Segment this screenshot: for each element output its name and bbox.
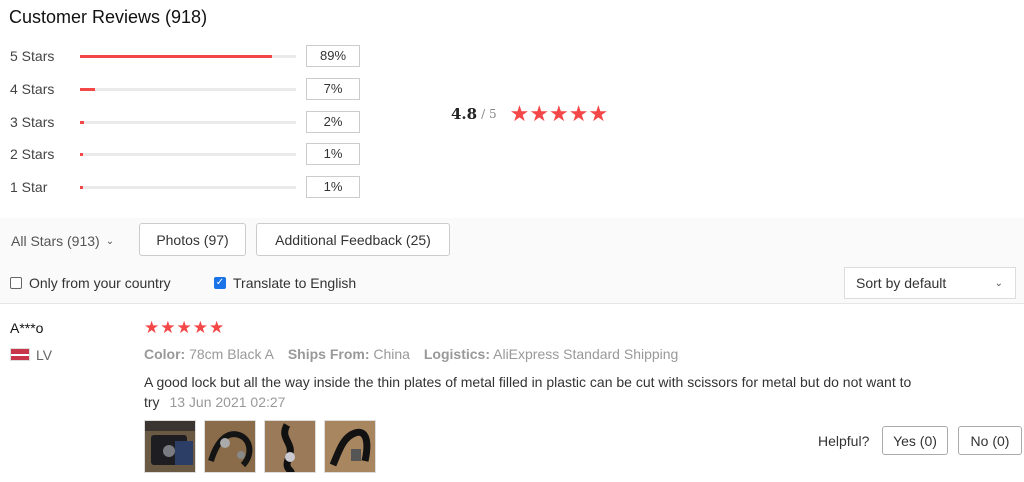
flag-icon: [10, 348, 30, 361]
helpful-label: Helpful?: [818, 433, 870, 449]
all-stars-label: All Stars (913): [11, 233, 100, 249]
review-photo-thumbnail[interactable]: [144, 420, 196, 473]
distribution-row-3[interactable]: 3 Stars 2%: [10, 111, 370, 133]
sort-label: Sort by default: [856, 275, 947, 291]
color-key: Color:: [144, 346, 186, 362]
all-stars-dropdown[interactable]: All Stars (913) ⌄: [11, 233, 114, 249]
distribution-percent: 1%: [306, 176, 360, 198]
distribution-row-4[interactable]: 4 Stars 7%: [10, 78, 370, 100]
rating-score: 4.8: [451, 105, 478, 123]
distribution-row-5[interactable]: 5 Stars 89%: [10, 45, 370, 67]
ships-value: China: [373, 346, 410, 362]
chevron-down-icon: ⌄: [994, 278, 1003, 289]
reviewer-country: LV: [36, 347, 53, 363]
star-icon: ★★★★★: [144, 318, 226, 337]
distribution-percent: 2%: [306, 111, 360, 133]
distribution-track: [80, 153, 296, 156]
distribution-label: 5 Stars: [10, 48, 55, 64]
helpful-no-button[interactable]: No (0): [958, 426, 1022, 455]
reviewer-name: A***o: [10, 320, 44, 336]
distribution-percent: 1%: [306, 143, 360, 165]
overall-rating: 4.8 / 5 ★★★★★: [451, 103, 608, 125]
distribution-fill: [80, 55, 272, 58]
star-icon: ★★★★★: [509, 101, 609, 126]
translate-label: Translate to English: [233, 275, 357, 291]
only-country-label: Only from your country: [29, 275, 171, 291]
logistics-value: AliExpress Standard Shipping: [493, 346, 679, 362]
distribution-track: [80, 88, 296, 91]
distribution-label: 3 Stars: [10, 114, 55, 130]
distribution-fill: [80, 88, 95, 91]
sort-select[interactable]: Sort by default ⌄: [844, 267, 1016, 299]
photos-filter-button[interactable]: Photos (97): [139, 223, 246, 256]
reviews-title: Customer Reviews (918): [9, 7, 208, 27]
review-item: A***o LV ★★★★★ Color: 78cm Black A Ships…: [0, 305, 1024, 482]
checkbox-icon[interactable]: [10, 277, 22, 289]
translate-checkbox[interactable]: ✓ Translate to English: [214, 275, 356, 291]
distribution-label: 4 Stars: [10, 81, 55, 97]
review-text: A good lock but all the way inside the t…: [144, 372, 924, 412]
distribution-label: 2 Stars: [10, 146, 55, 162]
review-attributes: Color: 78cm Black A Ships From: China Lo…: [144, 346, 688, 362]
distribution-row-1[interactable]: 1 Star 1%: [10, 176, 370, 198]
distribution-fill: [80, 153, 83, 156]
checkbox-icon[interactable]: ✓: [214, 277, 226, 289]
additional-feedback-button[interactable]: Additional Feedback (25): [256, 223, 450, 256]
review-photo-thumbnail[interactable]: [324, 420, 376, 473]
ships-key: Ships From:: [287, 346, 370, 362]
only-country-checkbox[interactable]: Only from your country: [10, 275, 171, 291]
distribution-fill: [80, 186, 83, 189]
distribution-percent: 89%: [306, 45, 360, 67]
helpful-yes-button[interactable]: Yes (0): [882, 426, 948, 455]
chevron-down-icon: ⌄: [105, 235, 115, 247]
distribution-fill: [80, 121, 84, 124]
distribution-track: [80, 55, 296, 58]
review-photos: [144, 420, 376, 473]
rating-out-of: / 5: [481, 107, 497, 121]
distribution-track: [80, 121, 296, 124]
distribution-track: [80, 186, 296, 189]
filter-bar: All Stars (913) ⌄ Photos (97) Additional…: [0, 218, 1024, 304]
distribution-row-2[interactable]: 2 Stars 1%: [10, 143, 370, 165]
distribution-percent: 7%: [306, 78, 360, 100]
distribution-label: 1 Star: [10, 179, 48, 195]
review-photo-thumbnail[interactable]: [204, 420, 256, 473]
logistics-key: Logistics:: [423, 346, 490, 362]
color-value: 78cm Black A: [189, 346, 274, 362]
review-date: 13 Jun 2021 02:27: [169, 394, 286, 410]
review-photo-thumbnail[interactable]: [264, 420, 316, 473]
